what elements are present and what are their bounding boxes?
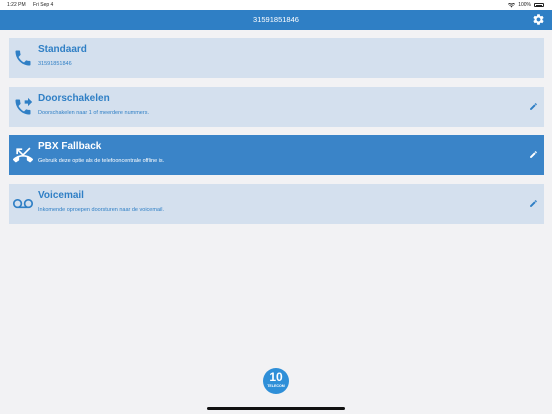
status-left: 1:22 PM Fri Sep 4: [7, 2, 59, 8]
call-missed-icon: [13, 147, 33, 163]
page-title: 31591851846: [253, 15, 299, 24]
status-bar: 1:22 PM Fri Sep 4 100%: [0, 0, 552, 10]
option-subtitle: Doorschakelen naar 1 of meerdere nummers…: [38, 110, 149, 116]
gear-icon[interactable]: [532, 13, 545, 26]
battery-percent: 100%: [518, 2, 531, 8]
status-date: Fri Sep 4: [33, 2, 54, 8]
option-standaard[interactable]: Standaard 31591851846: [9, 38, 544, 78]
option-title: Voicemail: [38, 190, 84, 201]
home-indicator[interactable]: [207, 407, 345, 410]
logo-text: TELECOM: [267, 384, 285, 388]
wifi-icon: [508, 2, 516, 7]
edit-pencil-icon[interactable]: [529, 199, 538, 208]
edit-pencil-icon[interactable]: [529, 150, 538, 159]
option-pbx-fallback[interactable]: PBX Fallback Gebruik deze optie als de t…: [9, 135, 544, 175]
logo-number: 10: [269, 370, 283, 384]
option-voicemail[interactable]: Voicemail Inkomende oproepen doorsturen …: [9, 184, 544, 224]
battery-icon: [534, 3, 544, 7]
option-title: Standaard: [38, 44, 87, 55]
phone-icon: [15, 50, 31, 66]
status-right: 100%: [508, 2, 544, 8]
10-telecom-logo: 10 TELECOM: [263, 368, 289, 394]
edit-pencil-icon[interactable]: [529, 102, 538, 111]
option-subtitle: 31591851846: [38, 61, 72, 67]
call-forward-icon: [15, 97, 33, 115]
option-subtitle: Inkomende oproepen doorsturen naar de vo…: [38, 207, 164, 213]
voicemail-icon: [13, 199, 33, 209]
option-doorschakelen[interactable]: Doorschakelen Doorschakelen naar 1 of me…: [9, 87, 544, 127]
status-time: 1:22 PM: [7, 2, 26, 8]
option-title: Doorschakelen: [38, 93, 110, 104]
option-title: PBX Fallback: [38, 141, 102, 152]
option-subtitle: Gebruik deze optie als de telefooncentra…: [38, 158, 165, 164]
header: 31591851846: [0, 10, 552, 30]
